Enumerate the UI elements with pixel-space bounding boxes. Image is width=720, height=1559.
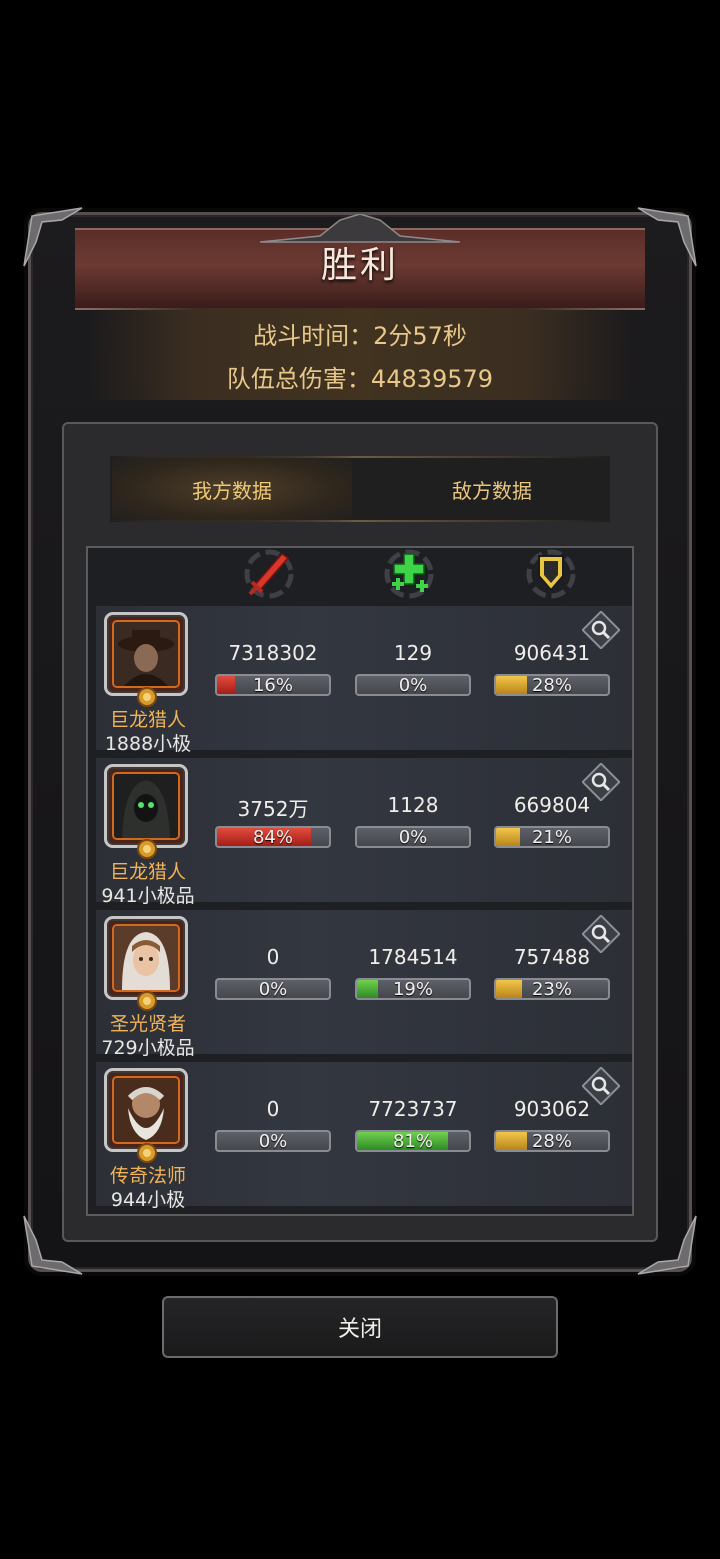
team-total-damage: 队伍总伤害：44839579 — [226, 365, 494, 393]
damage-value: 0 — [266, 1097, 280, 1121]
damage-percent: 0% — [258, 979, 288, 1000]
tank-bar: 21% — [494, 826, 610, 848]
damage-value: 0 — [266, 945, 280, 969]
tank-percent: 28% — [531, 1131, 572, 1152]
tank-bar: 23% — [494, 978, 610, 1000]
damage-percent: 84% — [252, 827, 293, 848]
hero-level: 941小极品 — [101, 885, 195, 907]
sword-damage-icon — [244, 549, 294, 599]
tank-percent: 28% — [531, 675, 572, 696]
shield-tank-icon — [526, 549, 576, 599]
hero-level: 944小极 — [110, 1189, 186, 1211]
heal-value: 7723737 — [368, 1097, 458, 1121]
victory-title: 胜利 — [320, 245, 399, 286]
heal-cross-icon — [384, 549, 434, 599]
tank-bar: 28% — [494, 1130, 610, 1152]
damage-bar: 84% — [215, 826, 331, 848]
magnifier-icon[interactable] — [582, 1067, 620, 1105]
tank-bar: 28% — [494, 674, 610, 696]
heal-value: 1784514 — [368, 945, 458, 969]
tab-enemy-data[interactable]: 敌方数据 — [372, 456, 612, 522]
heal-percent: 0% — [398, 827, 428, 848]
hero-level: 729小极品 — [101, 1037, 195, 1059]
heal-value: 1128 — [387, 793, 439, 817]
heal-bar: 19% — [355, 978, 471, 1000]
heal-bar: 0% — [355, 826, 471, 848]
damage-value: 7318302 — [228, 641, 318, 665]
tab-our-data[interactable]: 我方数据 — [112, 456, 352, 522]
hero-name: 巨龙猎人 — [109, 709, 186, 731]
damage-percent: 16% — [252, 675, 293, 696]
hero-name: 圣光贤者 — [109, 1013, 186, 1035]
close-button[interactable]: 关闭 — [162, 1296, 558, 1358]
damage-bar: 0% — [215, 978, 331, 1000]
heal-percent: 0% — [398, 675, 428, 696]
magnifier-icon[interactable] — [582, 611, 620, 649]
heal-bar: 81% — [355, 1130, 471, 1152]
hero-portrait-dragon-hunter-1[interactable] — [104, 612, 188, 696]
tank-percent: 23% — [531, 979, 572, 1000]
battle-time: 战斗时间：2分57秒 — [253, 322, 467, 350]
hero-portrait-dragon-hunter-2[interactable] — [104, 764, 188, 848]
magnifier-icon[interactable] — [582, 915, 620, 953]
damage-value: 3752万 — [237, 797, 309, 821]
hero-name: 巨龙猎人 — [109, 861, 186, 883]
heal-percent: 19% — [392, 979, 433, 1000]
hero-avatar — [112, 620, 180, 688]
heal-percent: 81% — [392, 1131, 433, 1152]
tank-percent: 21% — [531, 827, 572, 848]
hero-portrait-legendary-mage[interactable] — [104, 1068, 188, 1152]
hero-avatar — [112, 924, 180, 992]
hero-avatar — [112, 772, 180, 840]
damage-bar: 16% — [215, 674, 331, 696]
damage-bar: 0% — [215, 1130, 331, 1152]
hero-name: 传奇法师 — [109, 1165, 186, 1187]
magnifier-icon[interactable] — [582, 763, 620, 801]
heal-bar: 0% — [355, 674, 471, 696]
hero-avatar — [112, 1076, 180, 1144]
damage-percent: 0% — [258, 1131, 288, 1152]
hero-level: 1888小极 — [104, 733, 192, 755]
hero-portrait-holy-sage[interactable] — [104, 916, 188, 1000]
heal-value: 129 — [393, 641, 433, 665]
